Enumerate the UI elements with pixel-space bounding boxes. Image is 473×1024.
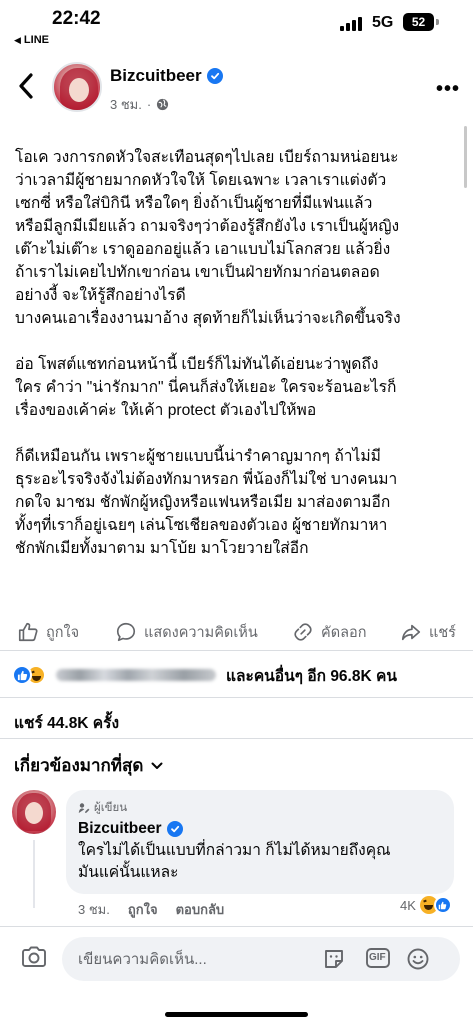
like-label: ถูกใจ	[46, 624, 80, 641]
emoji-button[interactable]	[406, 947, 430, 976]
verified-badge-icon	[206, 68, 223, 84]
comment-time: 3 ชม.	[78, 902, 110, 917]
author-badge-label: ผู้เขียน	[94, 802, 128, 814]
commenter-avatar[interactable]	[12, 790, 56, 834]
back-to-app-button[interactable]: ◀ LINE	[14, 34, 49, 46]
share-count[interactable]: แชร์ 44.8K ครั้ง	[14, 710, 119, 735]
comment-bubble[interactable]: ผู้เขียน Bizcuitbeer ใครไม่ได้เป็นแบบที่…	[66, 790, 454, 894]
back-app-label: LINE	[23, 34, 49, 46]
comment-actions: 3 ชม. ถูกใจ ตอบกลับ	[78, 899, 224, 920]
thumbs-up-icon	[18, 622, 38, 642]
link-icon	[294, 623, 312, 641]
post-paragraph: อ่อ โพสต์แชทก่อนหน้านี้ เบียร์ก็ไม่ทันได…	[15, 356, 397, 419]
author-badge: ผู้เขียน	[78, 800, 442, 816]
comment-reaction-count: 4K	[400, 897, 416, 913]
post-header: Bizcuitbeer 3 ชม. · •••	[0, 56, 473, 116]
comment-like-button[interactable]: ถูกใจ	[128, 899, 158, 920]
status-bar: 22:42 ◀ LINE 5G 52	[0, 0, 473, 48]
cellular-signal-icon	[340, 17, 362, 31]
commenter-name-row[interactable]: Bizcuitbeer	[78, 820, 442, 838]
sticker-button[interactable]	[322, 947, 346, 976]
network-type: 5G	[372, 14, 394, 31]
sticker-icon	[325, 950, 343, 968]
battery-level: 52	[411, 15, 426, 29]
post-paragraph: ก็ดีเหมือนกัน เพราะผู้ชายแบบนี้น่ารำคาญม…	[15, 448, 398, 557]
battery-icon: 52	[403, 13, 434, 31]
comment-composer: เขียนความคิดเห็น... GIF	[0, 926, 473, 990]
comment-input[interactable]: เขียนความคิดเห็น...	[62, 937, 460, 981]
comment-button[interactable]: แสดงความคิดเห็น	[115, 621, 258, 644]
page-avatar[interactable]	[52, 62, 102, 112]
copy-button[interactable]: คัดลอก	[292, 621, 367, 644]
comment-bubble-icon	[116, 622, 136, 642]
chevron-left-icon	[19, 73, 33, 99]
share-button[interactable]: แชร์	[400, 621, 456, 644]
gif-label: GIF	[369, 952, 386, 963]
smiley-icon	[407, 948, 429, 970]
post-action-bar: ถูกใจ แสดงความคิดเห็น คัดลอก แชร์	[0, 614, 473, 650]
meta-separator: ·	[146, 97, 152, 112]
back-button[interactable]	[12, 70, 40, 102]
more-options-button[interactable]: •••	[436, 78, 460, 101]
scroll-indicator	[464, 126, 467, 188]
like-reaction-icon	[12, 665, 32, 685]
post-paragraph: โอเค วงการกดหัวใจสะเทือนสุดๆไปเลย เบียร์…	[15, 149, 401, 327]
like-button[interactable]: ถูกใจ	[17, 621, 79, 644]
back-triangle-icon: ◀	[14, 34, 21, 45]
globe-icon	[157, 98, 169, 111]
page-name-row[interactable]: Bizcuitbeer	[110, 66, 223, 86]
comment-reactions[interactable]: 4K	[400, 896, 452, 914]
post-body: โอเค วงการกดหัวใจสะเทือนสุดๆไปเลย เบียร์…	[15, 146, 460, 560]
commenter-name[interactable]: Bizcuitbeer	[78, 820, 162, 838]
thread-line	[33, 840, 35, 908]
blurred-reactor-name	[56, 669, 216, 681]
comment-sort-label: เกี่ยวข้องมากที่สุด	[14, 756, 144, 775]
chevron-down-icon	[151, 762, 163, 769]
battery-cap	[436, 19, 439, 25]
like-reaction-icon	[433, 896, 452, 914]
reaction-count: และคนอื่นๆ อีก 96.8K คน	[226, 667, 397, 685]
reactions-summary[interactable]: และคนอื่นๆ อีก 96.8K คน	[12, 662, 397, 688]
comment-sort-dropdown[interactable]: เกี่ยวข้องมากที่สุด	[14, 752, 163, 779]
camera-icon	[22, 946, 46, 967]
share-arrow-icon	[401, 624, 421, 641]
divider	[0, 697, 473, 698]
divider	[0, 738, 473, 739]
comment-text: ใครไม่ได้เป็นแบบที่กล่าวมา ก็ไม่ได้หมายถ…	[78, 842, 391, 881]
camera-button[interactable]	[20, 945, 48, 974]
status-time: 22:42	[52, 8, 101, 29]
copy-label: คัดลอก	[321, 624, 367, 641]
post-time[interactable]: 3 ชม.	[110, 94, 142, 115]
post-meta: 3 ชม. ·	[110, 94, 169, 115]
page-name[interactable]: Bizcuitbeer	[110, 66, 202, 86]
divider	[0, 650, 473, 651]
comment-reply-button[interactable]: ตอบกลับ	[176, 899, 225, 920]
gif-button[interactable]: GIF	[365, 946, 391, 975]
home-indicator[interactable]	[165, 1012, 308, 1017]
pen-icon	[78, 803, 90, 813]
comment-label: แสดงความคิดเห็น	[144, 624, 258, 641]
verified-badge-icon	[166, 821, 183, 837]
share-label: แชร์	[429, 624, 456, 641]
